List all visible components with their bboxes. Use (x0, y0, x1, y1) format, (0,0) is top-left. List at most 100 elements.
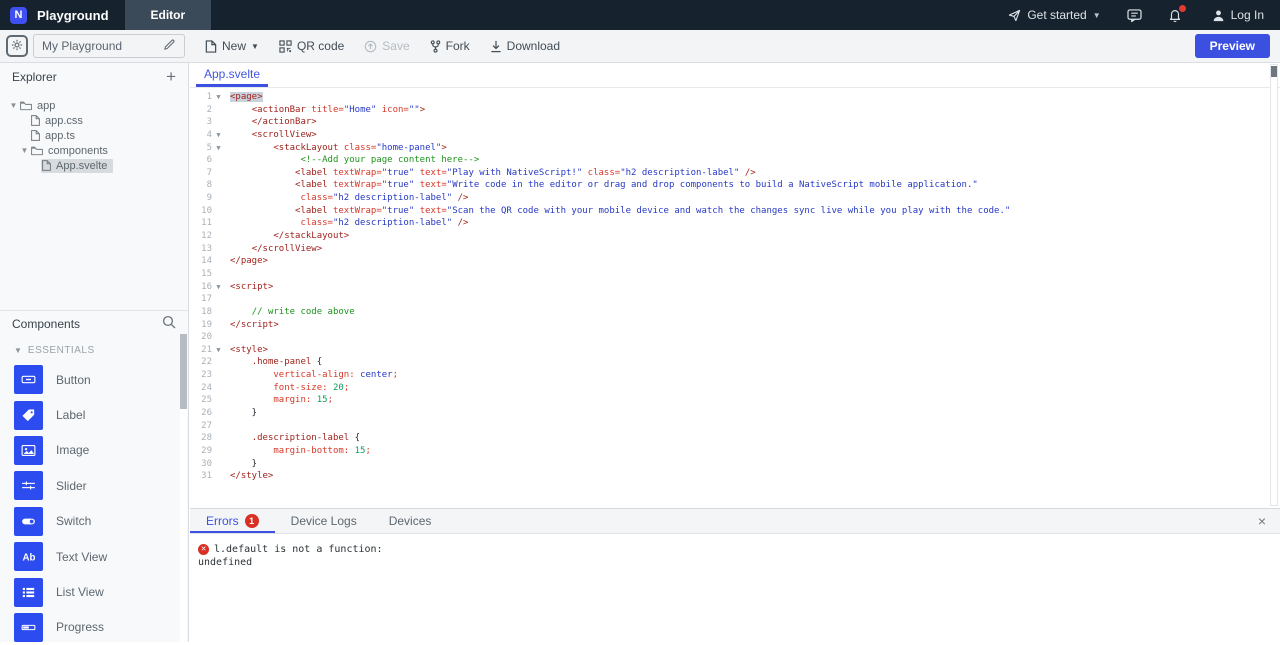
components-scrollbar[interactable] (180, 334, 187, 642)
tree-item-inner[interactable]: app.ts (30, 129, 81, 143)
component-label[interactable]: Label (0, 397, 188, 432)
component-text-view[interactable]: Ab Text View (0, 539, 188, 574)
nav-tab-editor[interactable]: Editor (124, 0, 212, 30)
code-line[interactable]: 30 } (190, 458, 1280, 471)
tree-item-label: app.css (45, 114, 83, 127)
code-line[interactable]: 3 </actionBar> (190, 116, 1280, 129)
bottom-tab-label: Device Logs (290, 514, 357, 528)
fold-arrow-icon[interactable]: ▼ (212, 91, 225, 104)
code-area[interactable]: 1 ▼ <page> 2 <actionBar title="Home" icon="… (190, 88, 1280, 508)
code-line[interactable]: 10 <label textWrap="true" text="Scan the… (190, 205, 1280, 218)
code-line[interactable]: 9 class="h2 description-label" /> (190, 192, 1280, 205)
download-button[interactable]: Download (490, 39, 560, 53)
component-slider[interactable]: Slider (0, 468, 188, 503)
component-image[interactable]: Image (0, 433, 188, 468)
code-line[interactable]: 18 // write code above (190, 306, 1280, 319)
code-line[interactable]: 23 vertical-align: center; (190, 369, 1280, 382)
code-line[interactable]: 19 </script> (190, 319, 1280, 332)
add-file-button[interactable]: + (166, 68, 176, 85)
component-progress[interactable]: Progress (0, 610, 188, 645)
save-button[interactable]: Save (364, 39, 410, 53)
fold-arrow-icon[interactable]: ▼ (212, 281, 225, 294)
code-line[interactable]: 5 ▼ <stackLayout class="home-panel"> (190, 142, 1280, 155)
code-text: </page> (230, 256, 268, 267)
code-line[interactable]: 1 ▼ <page> (190, 91, 1280, 104)
tree-item-app-ts[interactable]: app.ts (0, 128, 188, 143)
explorer-header: Explorer + (0, 63, 188, 90)
new-button[interactable]: New ▼ (205, 39, 259, 53)
scrollbar-thumb[interactable] (1271, 66, 1277, 77)
code-line[interactable]: 28 .description-label { (190, 432, 1280, 445)
tree-caret-icon[interactable]: ▼ (19, 146, 30, 155)
line-number: 8 (206, 180, 212, 191)
tree-caret-icon[interactable]: ▼ (8, 101, 19, 110)
code-line[interactable]: 12 </stackLayout> (190, 230, 1280, 243)
code-line[interactable]: 14 </page> (190, 255, 1280, 268)
nativescript-logo[interactable]: N (10, 6, 27, 24)
tree-item-inner[interactable]: app (19, 99, 61, 113)
code-line[interactable]: 26 } (190, 407, 1280, 420)
close-icon[interactable]: × (1258, 514, 1266, 528)
code-line[interactable]: 31 </style> (190, 470, 1280, 483)
login-button[interactable]: Log In (1212, 8, 1264, 22)
code-line[interactable]: 25 margin: 15; (190, 394, 1280, 407)
feedback-button[interactable] (1127, 8, 1142, 22)
fork-button[interactable]: Fork (430, 39, 470, 53)
tree-item-app[interactable]: ▼ app (0, 98, 188, 113)
get-started-menu[interactable]: Get started ▼ (1008, 8, 1101, 22)
bottom-tab-device-logs[interactable]: Device Logs (275, 509, 373, 533)
save-upload-icon (364, 40, 377, 53)
code-line[interactable]: 11 class="h2 description-label" /> (190, 217, 1280, 230)
playground-settings-button[interactable] (6, 35, 28, 57)
code-line[interactable]: 27 (190, 420, 1280, 433)
code-line[interactable]: 24 font-size: 20; (190, 382, 1280, 395)
component-button[interactable]: Button (0, 362, 188, 397)
editor-scrollbar[interactable] (1270, 64, 1278, 506)
tab-app-svelte[interactable]: App.svelte (196, 63, 269, 87)
tree-item-inner[interactable]: components (30, 144, 114, 158)
fold-arrow-icon[interactable]: ▼ (212, 344, 225, 357)
tree-item-label: components (48, 144, 108, 157)
bottom-tab-devices[interactable]: Devices (373, 509, 448, 533)
code-line[interactable]: 16 ▼ <script> (190, 281, 1280, 294)
code-line[interactable]: 22 .home-panel { (190, 356, 1280, 369)
tree-item-label: App.svelte (56, 159, 108, 172)
code-line[interactable]: 8 <label textWrap="true" text="Write cod… (190, 179, 1280, 192)
playground-name-field[interactable]: My Playground (33, 34, 185, 58)
bottom-tab-errors[interactable]: Errors 1 (190, 509, 275, 533)
code-line[interactable]: 20 (190, 331, 1280, 344)
code-line[interactable]: 6 <!--Add your page content here--> (190, 154, 1280, 167)
qr-code-button[interactable]: QR code (279, 39, 344, 53)
component-list-view[interactable]: List View (0, 574, 188, 609)
paper-plane-icon (1008, 9, 1021, 22)
component-switch[interactable]: Switch (0, 504, 188, 539)
tree-item-app-svelte[interactable]: App.svelte (0, 158, 188, 173)
line-number: 4 (206, 129, 212, 140)
error-text: l.default is not a function: (214, 544, 383, 555)
essentials-section-toggle[interactable]: ▼ ESSENTIALS (0, 336, 188, 362)
code-line[interactable]: 4 ▼ <scrollView> (190, 129, 1280, 142)
code-line[interactable]: 29 margin-bottom: 15; (190, 445, 1280, 458)
code-line[interactable]: 2 <actionBar title="Home" icon=""> (190, 104, 1280, 117)
preview-button[interactable]: Preview (1194, 34, 1270, 58)
code-line[interactable]: 17 (190, 293, 1280, 306)
search-button[interactable] (162, 315, 176, 332)
fold-arrow-icon[interactable]: ▼ (212, 142, 225, 155)
tree-item-inner[interactable]: app.css (30, 114, 89, 128)
code-line[interactable]: 7 <label textWrap="true" text="Play with… (190, 167, 1280, 180)
tree-item-app-css[interactable]: app.css (0, 113, 188, 128)
fold-arrow-icon[interactable]: ▼ (212, 129, 225, 142)
component-label: Slider (56, 478, 87, 493)
code-line[interactable]: 15 (190, 268, 1280, 281)
line-number: 10 (201, 205, 212, 216)
code-text: </style> (230, 471, 274, 482)
notifications-button[interactable] (1168, 5, 1186, 22)
tree-item-components[interactable]: ▼ components (0, 143, 188, 158)
tree-item-inner[interactable]: App.svelte (41, 158, 114, 173)
code-line[interactable]: 13 </scrollView> (190, 243, 1280, 256)
code-line[interactable]: 21 ▼ <style> (190, 344, 1280, 357)
edit-pencil-icon[interactable] (163, 38, 176, 54)
scrollbar-thumb[interactable] (180, 334, 187, 409)
